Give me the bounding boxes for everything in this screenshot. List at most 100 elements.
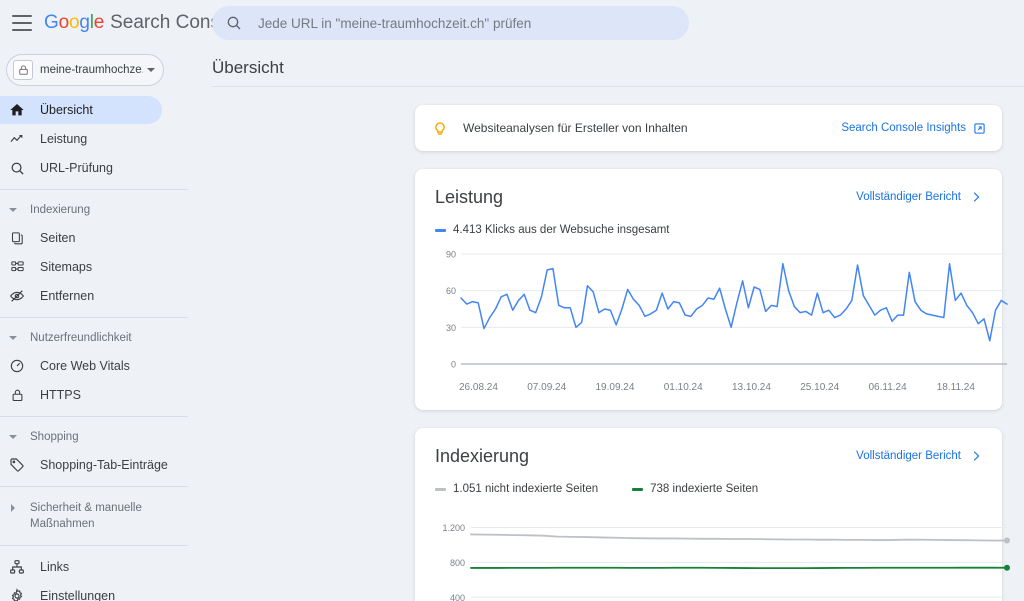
sidebar-item-label: Seiten [40, 231, 75, 245]
search-icon [8, 159, 26, 177]
sidebar-item-sitemaps[interactable]: Sitemaps [0, 253, 200, 281]
performance-chart: 0 30 60 90 26.08.24 07.09.24 19.09.24 01.10.24… [435, 248, 982, 396]
sidebar-group-sicherheit-massnahmen[interactable]: Sicherheit & manuelle Maßnahmen [0, 494, 200, 538]
links-hierarchy-icon [8, 558, 26, 576]
gear-icon [8, 587, 26, 601]
speedometer-icon [8, 357, 26, 375]
sidebar-item-links[interactable]: Links [0, 553, 200, 581]
sidebar-item-label: Core Web Vitals [40, 359, 130, 373]
chevron-right-icon [970, 450, 982, 462]
legend-label-not-indexed: 1.051 nicht indexierte Seiten [453, 483, 598, 495]
sidebar-item-label: Leistung [40, 132, 87, 146]
sidebar-group-indexierung[interactable]: Indexierung [0, 197, 200, 223]
insights-banner-card: Websiteanalysen für Ersteller von Inhalt… [415, 105, 1002, 151]
divider [0, 416, 188, 417]
divider [0, 486, 188, 487]
insights-text: Websiteanalysen für Ersteller von Inhalt… [463, 121, 841, 135]
sidebar-item-label: URL-Prüfung [40, 161, 113, 175]
performance-chart-svg: 0 30 60 90 [435, 248, 1015, 378]
triangle-right-icon [8, 504, 18, 512]
home-icon [8, 101, 26, 119]
svg-text:60: 60 [446, 286, 456, 296]
chevron-down-icon [147, 68, 155, 72]
legend-item-indexed[interactable]: 738 indexierte Seiten [632, 483, 758, 495]
sidebar: meine-traumhochze... Übersicht Leistung … [0, 46, 200, 601]
x-axis-tick: 25.10.24 [800, 382, 839, 393]
sidebar-item-core-web-vitals[interactable]: Core Web Vitals [0, 352, 200, 380]
chevron-right-icon [970, 191, 982, 203]
hamburger-menu-icon[interactable] [12, 15, 32, 31]
report-link-label: Vollständiger Bericht [856, 450, 961, 462]
url-inspection-searchbar[interactable] [212, 6, 689, 40]
svg-text:90: 90 [446, 250, 456, 260]
sidebar-group-label: Indexierung [30, 204, 90, 216]
divider [0, 317, 188, 318]
sidebar-item-einstellungen[interactable]: Einstellungen [0, 582, 200, 601]
performance-full-report-link[interactable]: Vollständiger Bericht [856, 191, 982, 203]
svg-text:0: 0 [451, 360, 456, 370]
insights-link-label: Search Console Insights [841, 122, 966, 134]
performance-legend: 4.413 Klicks aus der Websuche insgesamt [435, 224, 982, 236]
legend-item-clicks[interactable]: 4.413 Klicks aus der Websuche insgesamt [435, 224, 669, 236]
indexing-legend: 1.051 nicht indexierte Seiten 738 indexi… [435, 483, 982, 495]
indexing-full-report-link[interactable]: Vollständiger Bericht [856, 450, 982, 462]
svg-text:800: 800 [450, 558, 465, 568]
indexing-chart-svg: 4008001.200 [435, 507, 1015, 601]
site-property-icon [13, 60, 33, 80]
lightbulb-icon [431, 119, 449, 137]
sidebar-group-nutzerfreundlichkeit[interactable]: Nutzerfreundlichkeit [0, 325, 200, 351]
legend-label-clicks: 4.413 Klicks aus der Websuche insgesamt [453, 224, 669, 236]
sitemap-icon [8, 258, 26, 276]
svg-text:30: 30 [446, 323, 456, 333]
indexing-card-header: Indexierung Vollständiger Bericht [435, 446, 982, 467]
x-axis-tick: 19.09.24 [596, 382, 635, 393]
search-console-insights-link[interactable]: Search Console Insights [841, 122, 986, 135]
divider [0, 189, 188, 190]
trending-up-icon [8, 130, 26, 148]
x-axis-tick: 18.11.24 [937, 382, 975, 393]
sidebar-item-url-pruefung[interactable]: URL-Prüfung [0, 154, 200, 182]
indexing-chart: 4008001.200 [435, 507, 982, 601]
legend-marker-clicks [435, 229, 446, 232]
legend-label-indexed: 738 indexierte Seiten [650, 483, 758, 495]
property-selector[interactable]: meine-traumhochze... [6, 54, 164, 86]
x-axis-tick: 01.10.24 [664, 382, 703, 393]
lock-icon [8, 386, 26, 404]
x-axis-tick: 26.08.24 [459, 382, 498, 393]
performance-x-axis: 26.08.2407.09.2419.09.2401.10.2413.10.24… [435, 382, 982, 396]
cards-container: Websiteanalysen für Ersteller von Inhalt… [200, 87, 1024, 601]
search-input[interactable] [256, 15, 675, 32]
sidebar-item-shopping-tab-eintraege[interactable]: Shopping-Tab-Einträge [0, 451, 200, 479]
sidebar-item-seiten[interactable]: Seiten [0, 224, 200, 252]
x-axis-tick: 07.09.24 [527, 382, 566, 393]
tag-icon [8, 456, 26, 474]
indexing-card: Indexierung Vollständiger Bericht 1.051 … [415, 428, 1002, 601]
legend-item-not-indexed[interactable]: 1.051 nicht indexierte Seiten [435, 483, 598, 495]
sidebar-group-label: Nutzerfreundlichkeit [30, 332, 132, 344]
search-icon [226, 15, 242, 31]
report-link-label: Vollständiger Bericht [856, 191, 961, 203]
sidebar-group-label: Sicherheit & manuelle Maßnahmen [30, 500, 152, 532]
sidebar-item-label: Links [40, 560, 69, 574]
top-bar: Google Search Console [0, 0, 1024, 46]
performance-card-header: Leistung Vollständiger Bericht [435, 187, 982, 208]
sidebar-item-label: Übersicht [40, 103, 93, 117]
divider [0, 545, 188, 546]
performance-title: Leistung [435, 187, 503, 208]
sidebar-item-entfernen[interactable]: Entfernen [0, 282, 200, 310]
property-name: meine-traumhochze... [40, 64, 143, 76]
sidebar-group-shopping[interactable]: Shopping [0, 424, 200, 450]
triangle-down-icon [8, 336, 18, 340]
sidebar-item-https[interactable]: HTTPS [0, 381, 200, 409]
sidebar-item-leistung[interactable]: Leistung [0, 125, 200, 153]
sidebar-item-label: Einstellungen [40, 589, 115, 601]
legend-marker-indexed [632, 488, 643, 491]
search-console-app: Google Search Console meine-traumhochze.… [0, 0, 1024, 601]
triangle-down-icon [8, 208, 18, 212]
page-title: Übersicht [200, 46, 1024, 86]
sidebar-item-uebersicht[interactable]: Übersicht [0, 96, 162, 124]
main-content: Übersicht Websiteanalysen für Ersteller … [200, 46, 1024, 601]
sidebar-item-label: HTTPS [40, 388, 81, 402]
pages-icon [8, 229, 26, 247]
performance-card: Leistung Vollständiger Bericht 4.413 Kli… [415, 169, 1002, 410]
